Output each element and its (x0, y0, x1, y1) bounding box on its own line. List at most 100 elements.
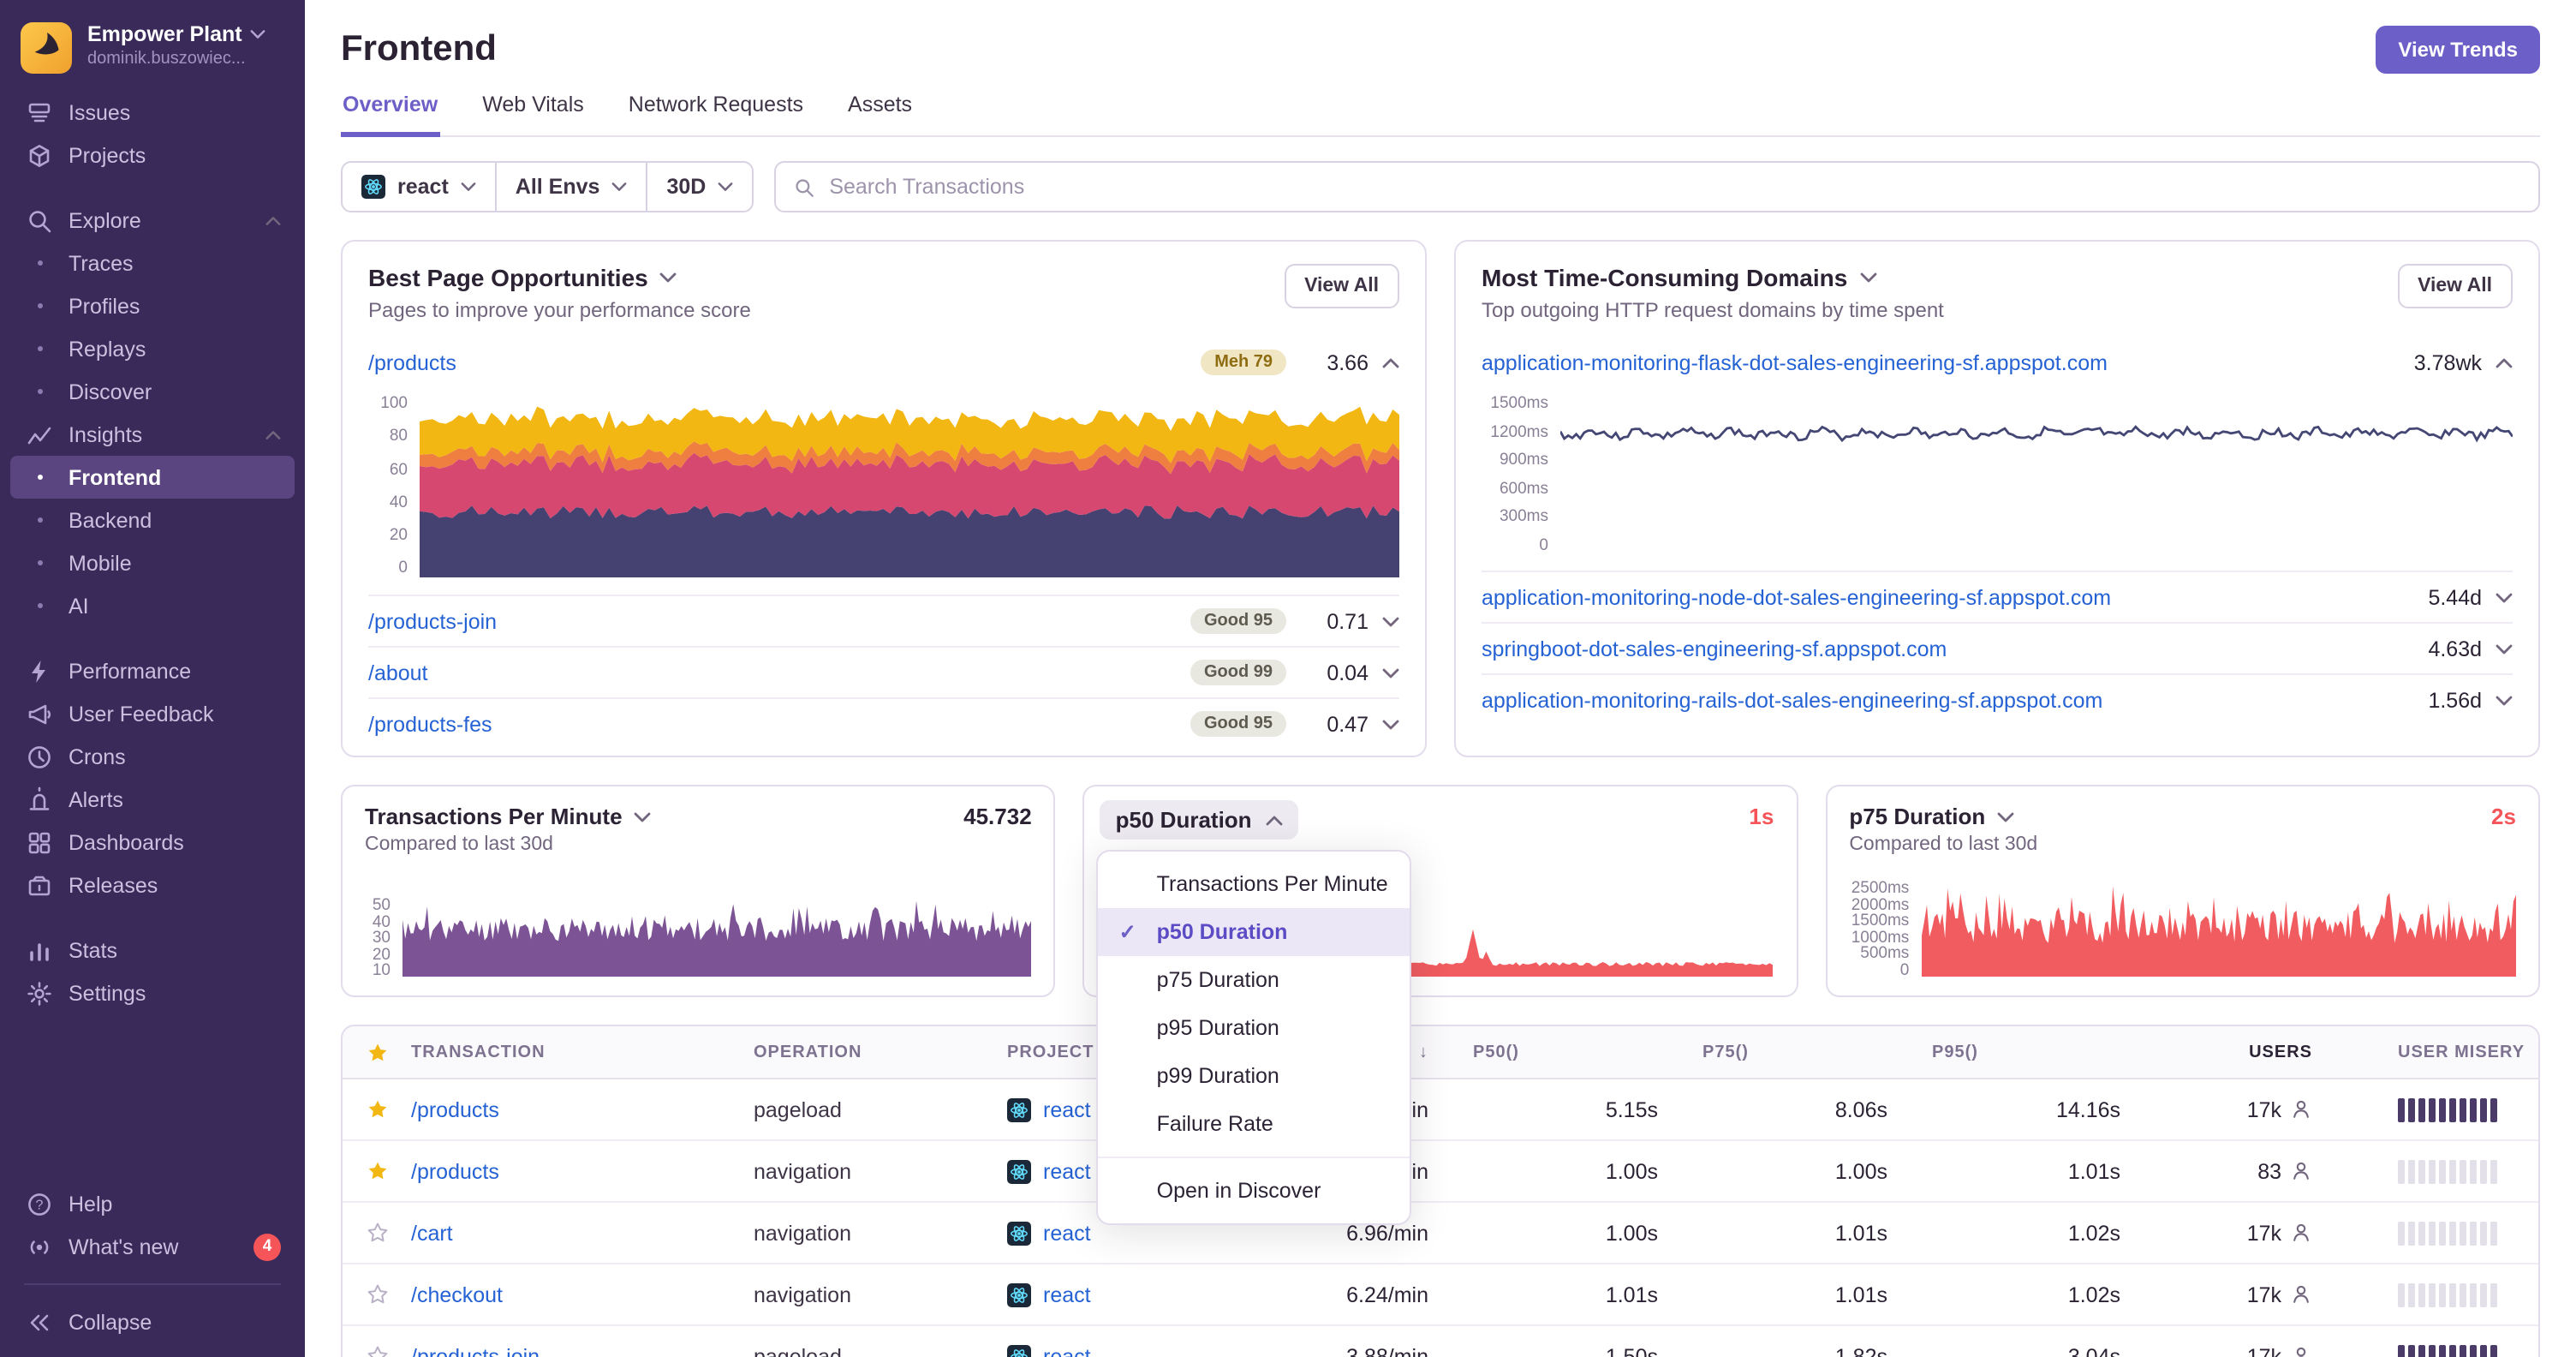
column-header-star[interactable] (343, 1041, 411, 1063)
transaction-link[interactable]: /products (411, 1159, 754, 1183)
domains-title-row[interactable]: Most Time-Consuming Domains (1482, 264, 1944, 291)
tpm-metric-selector[interactable]: Transactions Per Minute (365, 804, 652, 829)
domain-row[interactable]: application-monitoring-rails-dot-sales-e… (1482, 673, 2513, 725)
project-link[interactable]: react (1043, 1344, 1091, 1357)
sidebar-item-help[interactable]: ? Help (10, 1182, 295, 1225)
transaction-link[interactable]: /cart (411, 1221, 754, 1245)
menu-item-p75-duration[interactable]: p75 Duration (1099, 956, 1410, 1004)
sidebar-item-stats[interactable]: Stats (10, 929, 295, 971)
sidebar-item-settings[interactable]: Settings (10, 971, 295, 1014)
sidebar-item-insights[interactable]: Insights (10, 413, 295, 456)
project-link[interactable]: react (1043, 1097, 1091, 1121)
menu-item-p95-duration[interactable]: p95 Duration (1099, 1004, 1410, 1052)
page-link[interactable]: /products-fes (368, 712, 492, 736)
menu-item-open-in-discover[interactable]: Open in Discover (1099, 1167, 1410, 1215)
star-icon[interactable] (367, 1160, 389, 1182)
chevron-up-icon[interactable] (1382, 357, 1399, 368)
column-header-users[interactable]: USERS (2165, 1043, 2323, 1061)
transaction-link[interactable]: /products (411, 1097, 754, 1121)
tab-web-vitals[interactable]: Web Vitals (480, 93, 586, 135)
best-pages-view-all-button[interactable]: View All (1284, 264, 1399, 308)
column-header-transaction[interactable]: TRANSACTION (411, 1043, 754, 1061)
domain-link[interactable]: application-monitoring-node-dot-sales-en… (1482, 585, 2111, 609)
domain-row[interactable]: springboot-dot-sales-engineering-sf.apps… (1482, 622, 2513, 673)
sidebar-item-replays[interactable]: Replays (10, 327, 295, 370)
column-header-p75[interactable]: P75() (1702, 1043, 1932, 1061)
sidebar-item-traces[interactable]: Traces (10, 242, 295, 284)
sidebar-item-releases[interactable]: Releases (10, 864, 295, 906)
p50-metric-selector[interactable]: p50 Duration (1100, 800, 1298, 840)
menu-item-p99-duration[interactable]: p99 Duration (1099, 1052, 1410, 1100)
project-filter[interactable]: react (343, 163, 495, 211)
sidebar-item-ai[interactable]: AI (10, 584, 295, 627)
page-link[interactable]: /products-join (368, 609, 497, 633)
menu-item-transactions-per-minute[interactable]: Transactions Per Minute (1099, 860, 1410, 908)
star-cell[interactable] (343, 1160, 411, 1182)
domain-link[interactable]: application-monitoring-rails-dot-sales-e… (1482, 688, 2102, 712)
star-cell[interactable] (343, 1222, 411, 1244)
sidebar-item-explore[interactable]: Explore (10, 199, 295, 242)
chevron-up-icon[interactable] (265, 429, 281, 439)
page-row[interactable]: /products-join Good 95 0.71 (368, 595, 1399, 646)
page-row-expanded[interactable]: /products Meh 79 3.66 (368, 338, 1399, 387)
column-header-user-misery[interactable]: USER MISERY (2323, 1043, 2538, 1061)
chevron-down-icon[interactable] (1382, 667, 1399, 678)
column-header-p50[interactable]: P50() (1473, 1043, 1702, 1061)
transaction-link[interactable]: /checkout (411, 1282, 754, 1306)
date-range-filter[interactable]: 30D (646, 163, 752, 211)
sidebar-item-frontend[interactable]: Frontend (10, 456, 295, 499)
sidebar-item-issues[interactable]: Issues (10, 91, 295, 134)
star-icon[interactable] (367, 1041, 389, 1063)
environment-filter[interactable]: All Envs (494, 163, 647, 211)
star-outline-icon[interactable] (367, 1345, 389, 1357)
menu-item-failure-rate[interactable]: Failure Rate (1099, 1100, 1410, 1148)
column-header-operation[interactable]: OPERATION (754, 1043, 1007, 1061)
org-switcher[interactable]: Empower Plant dominik.buszowiec... (0, 0, 305, 91)
tab-overview[interactable]: Overview (341, 93, 440, 137)
sidebar-item-mobile[interactable]: Mobile (10, 541, 295, 584)
domains-view-all-button[interactable]: View All (2397, 264, 2513, 308)
chevron-down-icon[interactable] (2496, 643, 2513, 654)
best-pages-title-row[interactable]: Best Page Opportunities (368, 264, 751, 291)
domain-link[interactable]: springboot-dot-sales-engineering-sf.apps… (1482, 637, 1947, 661)
sidebar-item-performance[interactable]: Performance (10, 649, 295, 692)
p75-metric-selector[interactable]: p75 Duration (1849, 804, 2014, 829)
transaction-link[interactable]: /products-join (411, 1344, 754, 1357)
chevron-down-icon[interactable] (2496, 592, 2513, 602)
sidebar-item-profiles[interactable]: Profiles (10, 284, 295, 327)
column-header-p95[interactable]: P95() (1932, 1043, 2165, 1061)
chevron-up-icon[interactable] (265, 215, 281, 225)
view-trends-button[interactable]: View Trends (2376, 26, 2540, 74)
page-row[interactable]: /products-fes Good 95 0.47 (368, 697, 1399, 749)
page-link[interactable]: /about (368, 661, 428, 684)
search-input[interactable]: Search Transactions (774, 161, 2540, 212)
chevron-down-icon[interactable] (2496, 695, 2513, 705)
chevron-down-icon[interactable] (1382, 719, 1399, 729)
tab-network-requests[interactable]: Network Requests (627, 93, 805, 135)
sidebar-item-dashboards[interactable]: Dashboards (10, 821, 295, 864)
menu-item-p50-duration[interactable]: ✓ p50 Duration (1098, 908, 1410, 956)
star-cell[interactable] (343, 1345, 411, 1357)
star-cell[interactable] (343, 1098, 411, 1121)
domain-row[interactable]: application-monitoring-node-dot-sales-en… (1482, 571, 2513, 622)
page-link[interactable]: /products (368, 350, 456, 374)
page-row[interactable]: /about Good 99 0.04 (368, 646, 1399, 697)
sidebar-item-collapse[interactable]: Collapse (10, 1300, 295, 1343)
project-link[interactable]: react (1043, 1159, 1091, 1183)
project-link[interactable]: react (1043, 1221, 1091, 1245)
star-outline-icon[interactable] (367, 1222, 389, 1244)
domain-link[interactable]: application-monitoring-flask-dot-sales-e… (1482, 350, 2108, 374)
sidebar-item-projects[interactable]: Projects (10, 134, 295, 176)
sidebar-item-alerts[interactable]: Alerts (10, 778, 295, 821)
sidebar-item-crons[interactable]: Crons (10, 735, 295, 778)
sidebar-item-discover[interactable]: Discover (10, 370, 295, 413)
chevron-down-icon[interactable] (1382, 616, 1399, 626)
chevron-up-icon[interactable] (2496, 357, 2513, 368)
star-icon[interactable] (367, 1098, 389, 1121)
project-link[interactable]: react (1043, 1282, 1091, 1306)
star-cell[interactable] (343, 1283, 411, 1306)
sidebar-item-user-feedback[interactable]: User Feedback (10, 692, 295, 735)
domain-row-expanded[interactable]: application-monitoring-flask-dot-sales-e… (1482, 338, 2513, 387)
tab-assets[interactable]: Assets (846, 93, 914, 135)
star-outline-icon[interactable] (367, 1283, 389, 1306)
